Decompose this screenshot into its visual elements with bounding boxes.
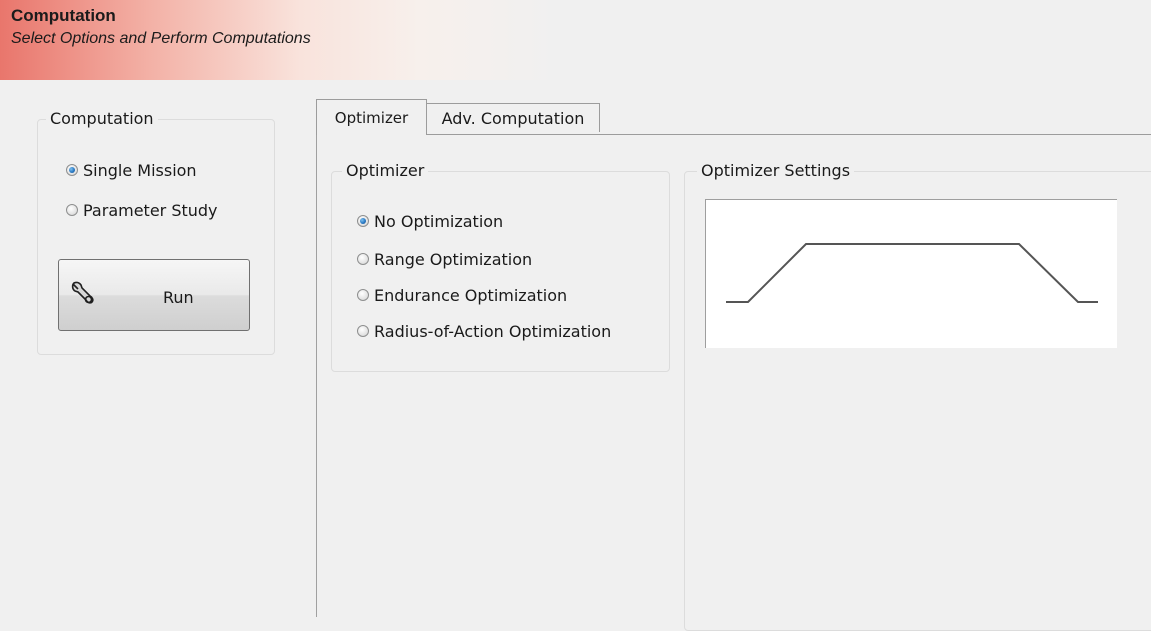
single-mission-option[interactable]: Single Mission (66, 159, 197, 181)
single-mission-text: Single Mission (83, 160, 197, 180)
range-optimization-text: Range Optimization (374, 249, 533, 269)
run-button[interactable]: Run (58, 259, 250, 331)
radio-unselected-icon[interactable] (357, 289, 369, 301)
mission-profile-icon (726, 243, 1098, 303)
no-optimization-text: No Optimization (374, 211, 504, 231)
radio-selected-icon[interactable] (357, 215, 369, 227)
radio-unselected-icon[interactable] (357, 253, 369, 265)
radius-of-action-optimization-text: Radius-of-Action Optimization (374, 321, 612, 341)
tab-adv-computation-label: Adv. Computation (441, 108, 585, 128)
radio-selected-icon[interactable] (66, 164, 78, 176)
optimizer-group-legend: Optimizer (342, 161, 429, 180)
parameter-study-text: Parameter Study (83, 200, 218, 220)
page-title: Computation (11, 6, 116, 25)
tab-adv-computation[interactable]: Adv. Computation (426, 103, 600, 132)
wrench-icon (71, 281, 94, 304)
radio-unselected-icon[interactable] (357, 325, 369, 337)
endurance-optimization-text: Endurance Optimization (374, 285, 568, 305)
page-subtitle: Select Options and Perform Computations (11, 30, 311, 47)
range-optimization-option[interactable]: Range Optimization (357, 248, 532, 270)
no-optimization-option[interactable]: No Optimization (357, 210, 503, 232)
tab-panel-border (316, 134, 1151, 135)
endurance-optimization-option[interactable]: Endurance Optimization (357, 284, 567, 306)
tab-panel-left-border (316, 134, 317, 617)
radio-unselected-icon[interactable] (66, 204, 78, 216)
radius-of-action-optimization-option[interactable]: Radius-of-Action Optimization (357, 320, 611, 342)
tab-optimizer[interactable]: Optimizer (316, 99, 427, 135)
parameter-study-option[interactable]: Parameter Study (66, 199, 218, 221)
page-header: Computation Select Options and Perform C… (0, 0, 1151, 80)
computation-group-legend: Computation (46, 109, 158, 128)
run-button-label: Run (163, 288, 194, 307)
tab-optimizer-label: Optimizer (334, 108, 409, 127)
optimizer-settings-legend: Optimizer Settings (697, 161, 855, 180)
optimizer-settings-preview (705, 199, 1117, 348)
